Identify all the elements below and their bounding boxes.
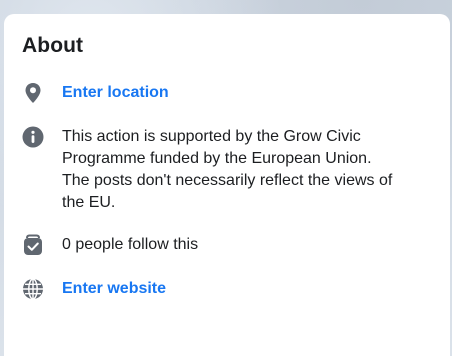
about-card: About Enter location This action is supp… (4, 14, 450, 356)
website-row[interactable]: Enter website (22, 278, 432, 300)
location-row[interactable]: Enter location (22, 82, 432, 104)
enter-location-link[interactable]: Enter location (62, 82, 169, 103)
about-title: About (22, 34, 84, 57)
followers-row: 0 people follow this (22, 234, 432, 256)
enter-website-link[interactable]: Enter website (62, 278, 166, 299)
description-row: This action is supported by the Grow Civ… (22, 126, 432, 214)
location-pin-icon (22, 82, 44, 104)
info-icon (22, 126, 44, 148)
globe-icon (22, 278, 44, 300)
follow-check-icon (22, 234, 44, 256)
description-text: This action is supported by the Grow Civ… (62, 128, 393, 211)
followers-count: 0 people follow this (62, 236, 199, 253)
